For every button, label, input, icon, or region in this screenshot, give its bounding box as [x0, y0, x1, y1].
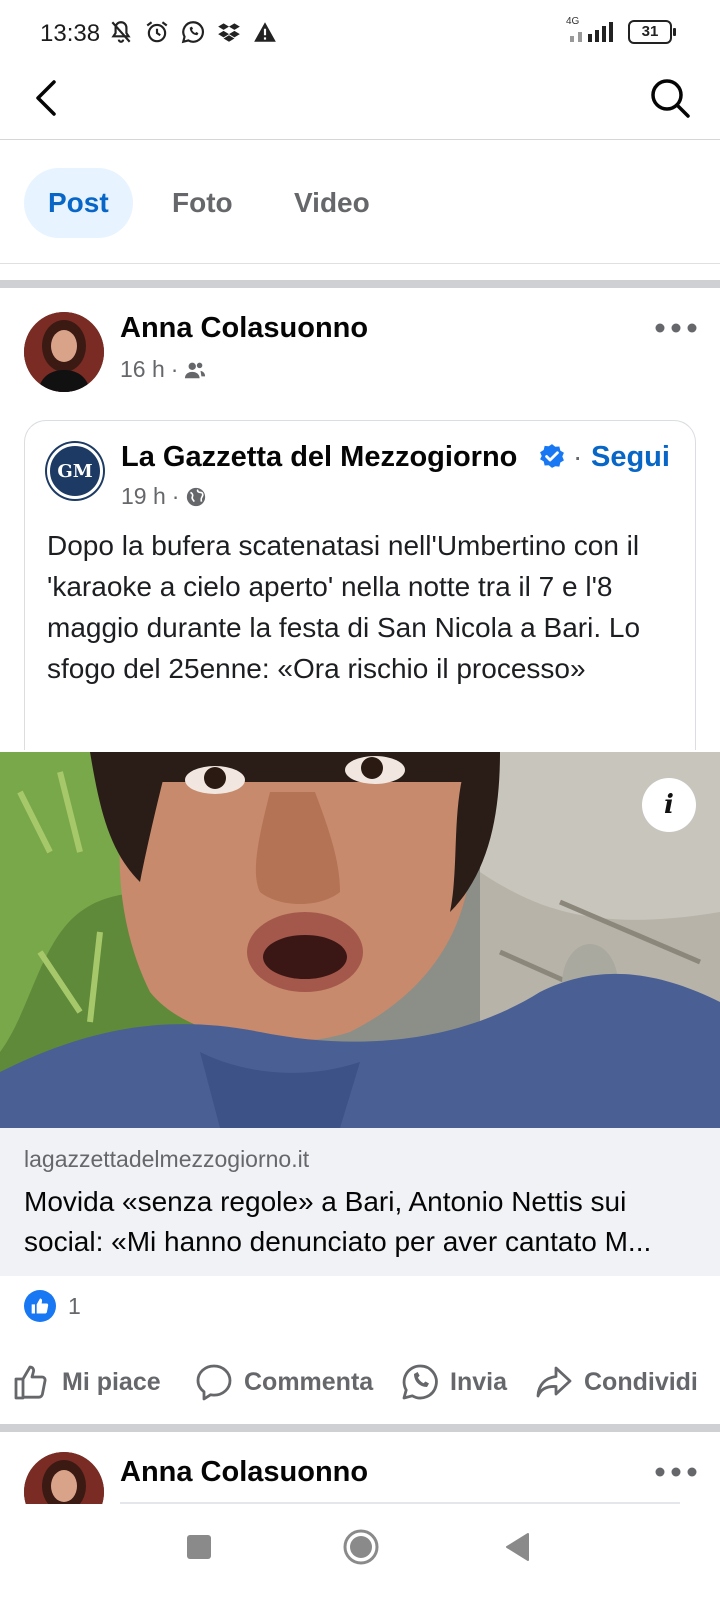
link-title: Movida «senza regole» a Bari, Antonio Ne… [24, 1182, 696, 1262]
status-icons [108, 18, 278, 46]
meta-dot: · [170, 356, 179, 382]
post-time[interactable]: 16 h [120, 356, 165, 383]
whatsapp-icon [181, 21, 205, 44]
globe-icon [187, 487, 206, 506]
post-header: Anna Colasuonno 16 h · [0, 312, 720, 402]
bell-off-icon [111, 21, 131, 43]
avatar[interactable] [24, 312, 104, 392]
status-bar: 13:38 4G 31 [0, 0, 720, 64]
share-label: Condividi [584, 1367, 698, 1396]
back-triangle-icon[interactable] [504, 1532, 530, 1562]
next-post-more-icon[interactable] [652, 1462, 700, 1482]
post-author[interactable]: Anna Colasuonno [120, 312, 368, 345]
status-time: 13:38 [40, 20, 101, 47]
comment-label: Commenta [244, 1367, 374, 1396]
info-icon[interactable]: i [642, 778, 696, 832]
post-meta: 16 h · [120, 356, 206, 383]
post-photo [0, 752, 720, 1128]
follow-button[interactable]: Segui [591, 441, 670, 474]
friends-audience-icon [185, 362, 206, 378]
status-right: 4G 31 [566, 16, 676, 46]
network-type: 4G [566, 16, 580, 27]
follow-dot: · [573, 441, 583, 472]
app-bar [0, 64, 720, 140]
page-logo[interactable]: GM [47, 443, 103, 499]
shared-post-text: Dopo la bufera scatenatasi nell'Umbertin… [47, 530, 641, 684]
home-circle-icon[interactable] [342, 1528, 380, 1566]
comment-button[interactable]: Commenta [194, 1360, 373, 1404]
link-domain: lagazzettadelmezzogiorno.it [24, 1146, 310, 1172]
like-label: Mi piace [62, 1367, 161, 1396]
alarm-icon [146, 21, 168, 43]
send-label: Invia [450, 1367, 507, 1396]
comment-icon [196, 1364, 232, 1401]
recents-square-icon[interactable] [186, 1534, 212, 1560]
tab-post[interactable]: Post [24, 168, 133, 238]
battery-indicator: 31 [628, 20, 676, 44]
next-post-header: Anna Colasuonno [0, 1452, 720, 1504]
back-arrow-icon[interactable] [26, 76, 70, 120]
more-options-icon[interactable] [652, 318, 700, 338]
feed-separator-2 [0, 1424, 720, 1432]
dropbox-icon [218, 23, 240, 42]
shared-meta: 19 h · [121, 483, 207, 510]
shared-time[interactable]: 19 h [121, 483, 166, 510]
send-button[interactable]: Invia [400, 1360, 507, 1404]
feed-separator [0, 280, 720, 288]
share-icon [536, 1366, 572, 1398]
link-preview[interactable]: lagazzettadelmezzogiorno.it Movida «senz… [0, 1128, 720, 1276]
like-button[interactable]: Mi piace [12, 1360, 161, 1404]
next-post-author[interactable]: Anna Colasuonno [120, 1456, 368, 1489]
post-image[interactable]: i [0, 752, 720, 1128]
shared-post[interactable]: GM La Gazzetta del Mezzogiorno · Segui 1… [24, 420, 696, 750]
tab-video[interactable]: Video [270, 168, 394, 238]
link-title-line-2: social: «Mi hanno denunciato per aver ca… [24, 1226, 652, 1257]
page-name[interactable]: La Gazzetta del Mezzogiorno [121, 441, 517, 474]
reaction-count: 1 [68, 1292, 81, 1319]
signal-icon: 4G [566, 16, 618, 46]
whatsapp-send-icon [402, 1364, 438, 1400]
next-post-avatar[interactable] [24, 1452, 104, 1504]
verified-badge-icon [540, 444, 564, 468]
thumbs-up-icon [14, 1365, 47, 1400]
warning-icon [254, 22, 276, 42]
tab-foto[interactable]: Foto [148, 168, 257, 238]
shared-meta-dot: · [171, 483, 180, 509]
action-bar: Mi piace Commenta Invia Condividi [0, 1352, 720, 1412]
link-title-line-1: Movida «senza regole» a Bari, Antonio Ne… [24, 1186, 627, 1217]
share-button[interactable]: Condividi [534, 1360, 698, 1404]
system-nav-bar [0, 1504, 720, 1600]
reactions-summary[interactable]: 1 [24, 1288, 81, 1324]
search-icon[interactable] [646, 74, 694, 122]
filter-tabs: Post Foto Video [0, 140, 720, 264]
like-reaction-icon [24, 1290, 56, 1322]
